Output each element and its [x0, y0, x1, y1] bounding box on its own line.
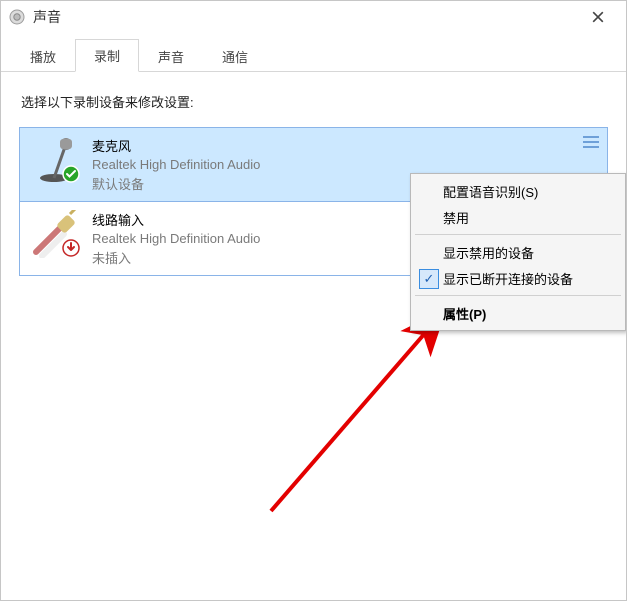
speaker-icon	[9, 9, 25, 25]
device-name: 麦克风	[92, 136, 260, 155]
tab-playback[interactable]: 播放	[11, 40, 75, 72]
down-arrow-overlay-icon	[62, 239, 80, 260]
context-menu: 配置语音识别(S) 禁用 显示禁用的设备 ✓ 显示已断开连接的设备 属性(P)	[410, 173, 626, 331]
check-overlay-icon	[62, 165, 80, 186]
device-status: 未插入	[92, 248, 260, 267]
device-driver: Realtek High Definition Audio	[92, 231, 260, 246]
tab-recording[interactable]: 录制	[75, 39, 139, 72]
ctx-properties[interactable]: 属性(P)	[413, 300, 623, 326]
hamburger-icon	[583, 136, 599, 148]
window-title: 声音	[33, 1, 578, 33]
tabstrip: 播放 录制 声音 通信	[1, 41, 626, 72]
ctx-separator	[415, 234, 621, 235]
ctx-disable[interactable]: 禁用	[413, 204, 623, 230]
sound-dialog: 声音 播放 录制 声音 通信 选择以下录制设备来修改设置:	[0, 0, 627, 601]
ctx-configure-speech[interactable]: 配置语音识别(S)	[413, 178, 623, 204]
microphone-icon	[30, 136, 78, 184]
device-status: 默认设备	[92, 174, 260, 193]
ctx-show-disabled[interactable]: 显示禁用的设备	[413, 239, 623, 265]
ctx-separator	[415, 295, 621, 296]
line-in-icon	[30, 210, 78, 258]
device-name: 线路输入	[92, 210, 260, 229]
prompt-text: 选择以下录制设备来修改设置:	[21, 92, 608, 111]
tab-communications[interactable]: 通信	[203, 40, 267, 72]
ctx-show-disconnected[interactable]: ✓ 显示已断开连接的设备	[413, 265, 623, 291]
device-driver: Realtek High Definition Audio	[92, 157, 260, 172]
ctx-label: 显示已断开连接的设备	[443, 269, 573, 288]
checkmark-icon: ✓	[419, 269, 439, 289]
close-button[interactable]	[578, 1, 618, 33]
tab-sounds[interactable]: 声音	[139, 40, 203, 72]
titlebar: 声音	[1, 1, 626, 33]
